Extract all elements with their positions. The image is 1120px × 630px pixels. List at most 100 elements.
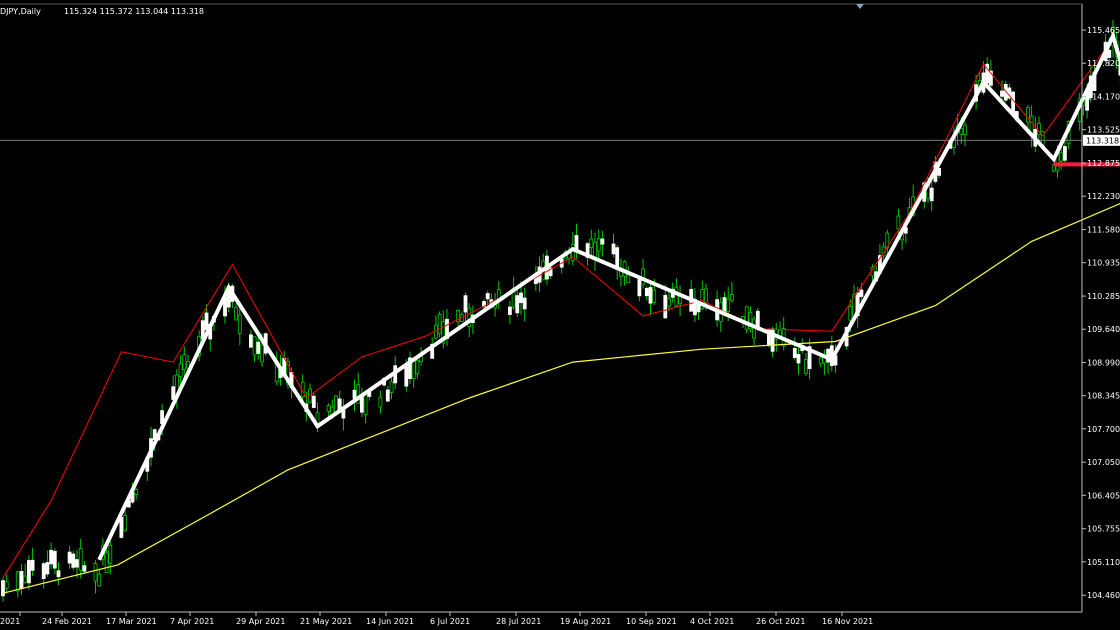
x-tick-label: 17 Mar 2021	[106, 617, 157, 626]
y-tick-label: 105.110	[1087, 558, 1120, 567]
candle-body	[237, 314, 242, 334]
candle-body	[667, 298, 671, 307]
candle-body	[378, 396, 383, 408]
candle-body	[437, 313, 442, 335]
x-tick-label: 24 Feb 2021	[42, 617, 92, 626]
y-tick-labels: 115.465 114.820 114.170 113.525 112.875 112.2…	[1082, 26, 1120, 600]
drawing-annotations	[97, 30, 1120, 561]
y-tick-label: 114.820	[1087, 59, 1120, 68]
y-tick-label: 114.170	[1087, 93, 1120, 102]
candle-body	[1000, 90, 1004, 97]
candle-body	[596, 238, 601, 252]
candle-body	[134, 488, 139, 495]
candle-body	[23, 575, 28, 583]
x-tick-label: 16 Nov 2021	[822, 617, 873, 626]
current-price-tag: 113.318	[1083, 134, 1120, 146]
zigzag-trend-line	[97, 30, 1120, 561]
candle-body	[82, 565, 87, 572]
candle-body	[611, 243, 616, 255]
candle-body	[326, 404, 331, 412]
y-tick-label: 107.700	[1087, 425, 1120, 434]
y-tick-label: 115.465	[1087, 26, 1120, 35]
y-tick-label: 106.405	[1087, 491, 1120, 500]
x-tick-label: 29 Apr 2021	[236, 617, 285, 626]
candle-body	[97, 573, 102, 587]
candle-body	[108, 544, 113, 564]
candle-body	[352, 389, 357, 399]
candle-body	[30, 559, 35, 571]
candle-body	[1063, 146, 1067, 161]
candle-body	[463, 295, 468, 313]
candle-body	[589, 238, 594, 248]
candle-body	[644, 287, 649, 297]
candle-body	[796, 353, 801, 364]
candle-body	[959, 128, 964, 135]
chart-header-ohlc: 115.324 115.372 113.044 113.318	[64, 7, 204, 16]
candle-body	[248, 334, 253, 348]
candle-body	[67, 551, 72, 564]
candle-body	[41, 563, 46, 580]
candle-body	[45, 562, 50, 575]
candle-body	[818, 357, 823, 365]
candle-body	[178, 363, 183, 377]
candle-body	[182, 354, 187, 371]
y-tick-label: 110.935	[1087, 259, 1120, 268]
candle-body	[519, 292, 523, 304]
candle-body	[19, 571, 24, 590]
candle-body	[49, 549, 53, 565]
x-tick-label: 10 Sep 2021	[626, 617, 677, 626]
candle-body	[704, 288, 708, 304]
shift-marker-icon[interactable]	[856, 4, 864, 9]
candle-body	[123, 515, 127, 531]
y-tick-label: 107.050	[1087, 458, 1120, 467]
x-tick-label: 2021	[0, 617, 20, 626]
candle-body	[663, 294, 668, 319]
candle-body	[674, 286, 679, 307]
candle-body	[963, 124, 967, 136]
candle-body	[75, 559, 79, 568]
candle-body	[93, 563, 98, 582]
candle-body	[389, 381, 394, 394]
candle-body	[234, 307, 239, 321]
candle-body	[52, 550, 57, 569]
x-tick-label: 19 Aug 2021	[560, 617, 611, 626]
candle-body	[1059, 152, 1064, 162]
candle-body	[726, 298, 731, 312]
candle-body	[104, 552, 109, 573]
candle-body	[385, 389, 390, 402]
x-tick-label: 6 Jul 2021	[430, 617, 470, 626]
candle-body	[929, 187, 934, 202]
fast-moving-average-line	[2, 38, 1114, 579]
candle-body	[730, 294, 734, 301]
candle-body	[507, 306, 512, 315]
y-tick-label: 111.580	[1087, 226, 1120, 235]
indicator-lines	[0, 38, 1120, 594]
x-tick-label: 21 May 2021	[300, 617, 352, 626]
x-tick-labels: 2021 24 Feb 2021 17 Mar 2021 7 Apr 2021 29 A…	[0, 612, 873, 626]
candle-body	[485, 293, 490, 300]
candle-body	[626, 274, 631, 283]
candle-body	[648, 287, 653, 304]
candle-body	[515, 295, 520, 314]
candle-body	[311, 395, 316, 408]
candle-body	[755, 310, 760, 327]
candle-body	[637, 279, 642, 297]
y-tick-label: 110.285	[1087, 292, 1120, 301]
candle-body	[522, 297, 527, 310]
y-tick-label: 108.345	[1087, 392, 1120, 401]
price-chart[interactable]: 115.465 114.820 114.170 113.525 112.875 112.2…	[0, 0, 1120, 630]
x-tick-label: 4 Oct 2021	[690, 617, 734, 626]
candle-body	[71, 553, 76, 568]
y-tick-label: 104.460	[1087, 591, 1120, 600]
candle-body	[859, 289, 864, 297]
chart-axes	[0, 3, 1083, 613]
candle-body	[848, 306, 853, 321]
candle-body	[4, 581, 9, 589]
y-tick-label: 108.990	[1087, 359, 1120, 368]
current-price-tag-label: 113.318	[1086, 136, 1119, 145]
candle-body	[896, 215, 901, 230]
candle-body	[119, 517, 124, 538]
candle-body	[744, 306, 749, 330]
candle-body	[15, 571, 20, 592]
candle-body	[652, 289, 657, 303]
